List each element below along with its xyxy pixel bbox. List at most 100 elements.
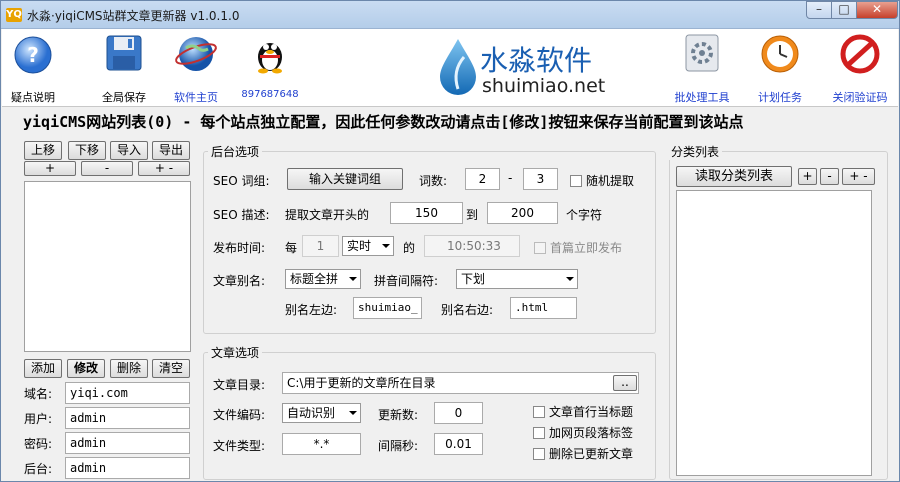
random-pick-label: 随机提取 xyxy=(586,174,635,188)
desc-prefix-text: 提取文章开头的 xyxy=(285,208,370,222)
read-categories-button[interactable]: 读取分类列表 xyxy=(676,166,792,187)
input-keywords-button[interactable]: 输入关键词组 xyxy=(287,168,403,190)
minimize-button[interactable]: – xyxy=(806,1,832,19)
homepage-label: 软件主页 xyxy=(174,91,218,104)
chevron-down-icon xyxy=(349,277,357,281)
desc-min-input[interactable]: 150 xyxy=(390,202,463,224)
logo-en-text: shuimiao.net xyxy=(482,75,606,97)
forbidden-icon xyxy=(838,31,882,75)
password-input[interactable]: admin xyxy=(65,432,190,454)
desc-max-input[interactable]: 200 xyxy=(487,202,558,224)
category-remove-button[interactable]: - xyxy=(820,168,839,185)
category-add-button[interactable]: + xyxy=(798,168,817,185)
alias-mode-select[interactable]: 标题全拼 xyxy=(285,269,361,289)
file-type-input[interactable]: *.* xyxy=(282,433,361,455)
alias-left-label: 别名左边: xyxy=(285,303,338,317)
random-pick-checkbox[interactable]: 随机提取 xyxy=(570,172,634,189)
article-directory-label: 文章目录: xyxy=(213,378,266,392)
backend-input[interactable]: admin xyxy=(65,457,190,479)
publish-unit-select[interactable]: 实时 xyxy=(342,236,394,256)
close-button[interactable]: ✕ xyxy=(856,1,898,19)
word-count-label: 词数: xyxy=(419,174,448,188)
toolbar: ? 疑点说明 全局保存 软件主页 897687648 水淼软件 shuimiao… xyxy=(2,29,898,107)
window-title: 水淼·yiqiCMS站群文章更新器 v1.0.1.0 xyxy=(27,9,240,23)
article-directory-input[interactable]: C:\用于更新的文章所在目录 xyxy=(282,372,639,394)
category-list[interactable] xyxy=(676,190,872,476)
word-count-dash: - xyxy=(508,171,513,185)
add-paragraph-tags-checkbox[interactable]: 加网页段落标签 xyxy=(533,424,633,441)
tools-icon xyxy=(680,31,724,75)
pinyin-separator-select[interactable]: 下划 xyxy=(456,269,578,289)
first-publish-label: 首篇立即发布 xyxy=(550,241,623,255)
title-bar[interactable]: YQ 水淼·yiqiCMS站群文章更新器 v1.0.1.0 – □ ✕ xyxy=(1,1,899,29)
close-captcha-button[interactable]: 关闭验证码 xyxy=(828,31,892,105)
save-button[interactable]: 全局保存 xyxy=(98,31,150,105)
update-count-input[interactable]: 0 xyxy=(434,402,483,424)
main-window: YQ 水淼·yiqiCMS站群文章更新器 v1.0.1.0 – □ ✕ ? 疑点… xyxy=(0,0,900,482)
shuimiao-logo: 水淼软件 shuimiao.net xyxy=(434,37,634,97)
pinyin-separator-label: 拼音间隔符: xyxy=(374,274,439,288)
interval-seconds-input[interactable]: 0.01 xyxy=(434,433,483,455)
desc-suffix-text: 个字符 xyxy=(566,208,603,222)
maximize-button[interactable]: □ xyxy=(831,1,857,19)
browse-button[interactable]: .. xyxy=(613,375,637,391)
chevron-down-icon xyxy=(382,244,390,248)
word-count-min-input[interactable]: 2 xyxy=(465,168,500,190)
homepage-button[interactable]: 软件主页 xyxy=(168,31,224,105)
article-options-title: 文章选项 xyxy=(208,344,263,361)
category-toggle-button[interactable]: + - xyxy=(842,168,875,185)
first-line-title-checkbox[interactable]: 文章首行当标题 xyxy=(533,403,633,420)
pinyin-separator-value: 下划 xyxy=(461,272,486,286)
toggle-button[interactable]: + - xyxy=(138,161,190,176)
site-list[interactable] xyxy=(24,181,191,352)
close-captcha-label: 关闭验证码 xyxy=(832,91,888,104)
modify-site-button[interactable]: 修改 xyxy=(67,359,105,378)
file-encoding-value: 自动识别 xyxy=(287,406,336,420)
domain-input[interactable]: yiqi.com xyxy=(65,382,190,404)
word-count-max-input[interactable]: 3 xyxy=(523,168,558,190)
backend-options-title: 后台选项 xyxy=(208,143,263,160)
globe-icon xyxy=(174,31,218,75)
alias-right-input[interactable]: .html xyxy=(510,297,577,319)
logo-cn-text: 水淼软件 xyxy=(480,44,593,77)
backend-label: 后台: xyxy=(24,462,53,476)
delete-updated-label: 删除已更新文章 xyxy=(549,447,634,461)
help-label: 疑点说明 xyxy=(11,91,55,104)
alias-left-input[interactable]: shuimiao_ xyxy=(353,297,422,319)
qq-button[interactable]: 897687648 xyxy=(240,31,300,100)
schedule-button[interactable]: 计划任务 xyxy=(752,31,808,105)
user-input[interactable]: admin xyxy=(65,407,190,429)
seo-keywords-label: SEO 词组: xyxy=(213,174,270,188)
help-button[interactable]: ? 疑点说明 xyxy=(8,31,58,105)
publish-interval-input[interactable]: 1 xyxy=(302,235,339,257)
publish-time-label: 发布时间: xyxy=(213,241,266,255)
delete-site-button[interactable]: 删除 xyxy=(110,359,148,378)
import-button[interactable]: 导入 xyxy=(110,141,148,160)
move-down-button[interactable]: 下移 xyxy=(68,141,106,160)
export-button[interactable]: 导出 xyxy=(152,141,190,160)
seo-description-label: SEO 描述: xyxy=(213,208,270,222)
app-icon: YQ xyxy=(6,8,22,22)
qq-number-label: 897687648 xyxy=(241,89,299,100)
add-site-button[interactable]: 添加 xyxy=(24,359,62,378)
collapse-button[interactable]: - xyxy=(81,161,133,176)
svg-text:?: ? xyxy=(27,43,39,67)
batch-tools-label: 批处理工具 xyxy=(674,91,730,104)
batch-tools-button[interactable]: 批处理工具 xyxy=(670,31,734,105)
move-up-button[interactable]: 上移 xyxy=(24,141,62,160)
domain-label: 域名: xyxy=(24,387,53,401)
publish-time-input[interactable]: 10:50:33 xyxy=(424,235,520,257)
clear-sites-button[interactable]: 清空 xyxy=(152,359,190,378)
user-label: 用户: xyxy=(24,412,53,426)
password-label: 密码: xyxy=(24,437,53,451)
of-text: 的 xyxy=(403,241,416,255)
delete-updated-checkbox[interactable]: 删除已更新文章 xyxy=(533,445,633,462)
expand-button[interactable]: + xyxy=(24,161,76,176)
file-encoding-select[interactable]: 自动识别 xyxy=(282,403,361,423)
file-encoding-label: 文件编码: xyxy=(213,408,266,422)
qq-penguin-icon xyxy=(248,31,292,75)
add-paragraph-tags-label: 加网页段落标签 xyxy=(549,426,634,440)
site-list-headline: yiqiCMS网站列表(0) - 每个站点独立配置，因此任何参数改动请点击[修改… xyxy=(23,113,744,131)
file-type-label: 文件类型: xyxy=(213,439,266,453)
first-publish-checkbox[interactable]: 首篇立即发布 xyxy=(534,239,622,256)
